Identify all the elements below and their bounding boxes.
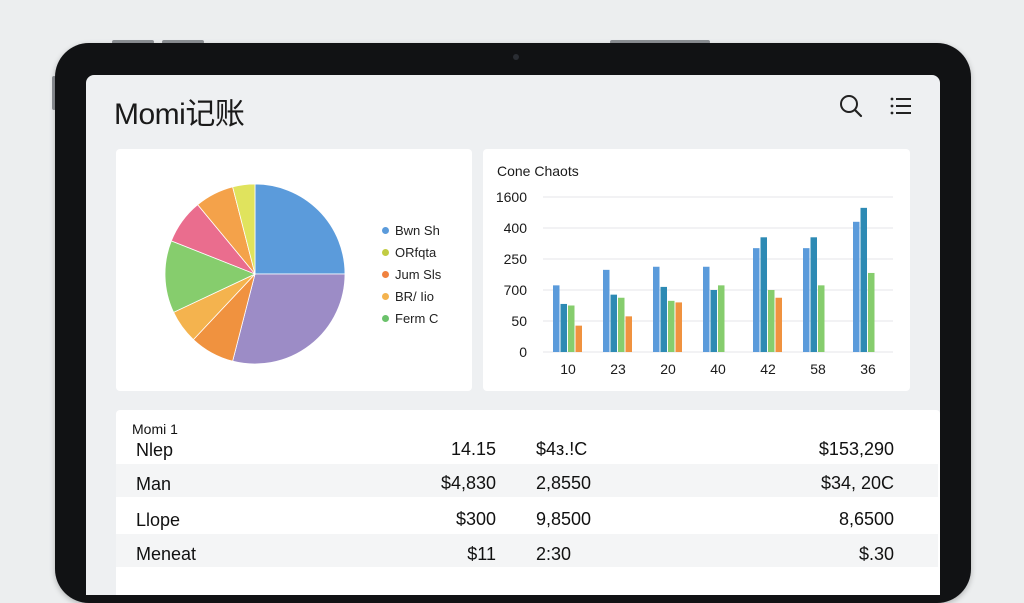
legend-item[interactable]: ORfqta bbox=[382, 245, 436, 260]
row-value-1: $11 bbox=[467, 544, 496, 564]
legend-label: Bwn Sh bbox=[395, 223, 440, 238]
legend-item[interactable]: Jum Sls bbox=[382, 267, 441, 282]
legend-label: BR/ Iio bbox=[395, 289, 435, 304]
legend-item[interactable]: Ferm C bbox=[382, 311, 438, 326]
bar[interactable] bbox=[603, 269, 610, 352]
bar[interactable] bbox=[660, 286, 668, 352]
row-value-2: 2:30 bbox=[536, 544, 572, 564]
bar[interactable] bbox=[560, 303, 568, 352]
bar[interactable] bbox=[703, 266, 710, 352]
legend-dot-icon bbox=[382, 293, 389, 301]
row-label: Llope bbox=[136, 510, 181, 530]
row-value-2: $4з.!C bbox=[536, 439, 588, 459]
y-tick-label: 50 bbox=[511, 313, 527, 329]
row-value-1: $4,830 bbox=[440, 473, 496, 493]
bar[interactable] bbox=[618, 297, 625, 352]
row-label: Man bbox=[136, 474, 172, 494]
bar[interactable] bbox=[753, 248, 760, 352]
camera bbox=[513, 54, 519, 60]
row-value-3: $34, 20C bbox=[820, 473, 894, 493]
bar[interactable] bbox=[653, 266, 660, 352]
row-value-3: 8,6500 bbox=[838, 509, 894, 529]
row-value-2: 9,8500 bbox=[536, 509, 592, 529]
legend-dot-icon bbox=[382, 249, 389, 257]
search-icon[interactable] bbox=[838, 93, 864, 119]
bar[interactable] bbox=[718, 285, 725, 352]
bar[interactable] bbox=[768, 290, 775, 352]
legend-item[interactable]: BR/ Iio bbox=[382, 289, 434, 304]
app-screen: Momi记账 Bwn Sh ORfqta Jum Sls BR/ Iio Ferm C … bbox=[86, 75, 940, 595]
bar[interactable] bbox=[668, 300, 675, 352]
y-tick-label: 0 bbox=[519, 344, 527, 360]
legend-item[interactable]: Bwn Sh bbox=[382, 223, 440, 238]
x-tick-label: 20 bbox=[660, 361, 676, 377]
app-title: Momi记账 bbox=[114, 98, 245, 131]
bar[interactable] bbox=[625, 316, 633, 352]
bar-chart: 0 50 700 250 400 1600 10 23 20 40 42 58 36 bbox=[496, 189, 893, 377]
table-row-stripe bbox=[116, 464, 938, 497]
list-menu-icon[interactable] bbox=[888, 93, 914, 119]
y-tick-label: 1600 bbox=[496, 189, 527, 205]
x-tick-label: 40 bbox=[710, 361, 726, 377]
row-value-3: $.30 bbox=[858, 544, 894, 564]
bar[interactable] bbox=[553, 285, 560, 352]
pie-chart bbox=[164, 183, 346, 365]
summary-table: Momi 1 Nlep 14.15 $4з.!C $153,290 Man $4… bbox=[116, 410, 940, 595]
bar[interactable] bbox=[710, 290, 718, 352]
bar[interactable] bbox=[675, 302, 683, 352]
table-row-stripe bbox=[116, 534, 938, 567]
bar[interactable] bbox=[568, 305, 575, 353]
bar[interactable] bbox=[775, 297, 783, 352]
bar[interactable] bbox=[868, 272, 875, 352]
x-tick-label: 58 bbox=[810, 361, 826, 377]
bar[interactable] bbox=[810, 237, 818, 352]
bar[interactable] bbox=[575, 325, 583, 352]
table-header: Momi 1 bbox=[132, 421, 178, 437]
y-tick-label: 700 bbox=[504, 282, 528, 298]
bar[interactable] bbox=[760, 237, 768, 352]
legend-label: Ferm C bbox=[395, 311, 439, 326]
x-tick-label: 10 bbox=[560, 361, 576, 377]
bar[interactable] bbox=[818, 285, 825, 352]
row-label: Meneat bbox=[136, 544, 197, 564]
x-tick-label: 42 bbox=[760, 361, 776, 377]
bar[interactable] bbox=[860, 207, 868, 352]
bar[interactable] bbox=[853, 221, 860, 352]
bar[interactable] bbox=[803, 248, 810, 352]
pie-chart-card: Bwn Sh ORfqta Jum Sls BR/ Iio Ferm C bbox=[116, 149, 472, 391]
legend-dot-icon bbox=[382, 315, 389, 323]
bar-chart-card: Cone Chaots 0 50 700 250 400 1600 10 23 20 40 42 58… bbox=[483, 149, 910, 391]
y-tick-label: 400 bbox=[504, 220, 528, 236]
row-value-1: $300 bbox=[455, 509, 496, 529]
x-tick-label: 23 bbox=[610, 361, 626, 377]
y-tick-label: 250 bbox=[504, 251, 528, 267]
row-value-2: 2,8550 bbox=[536, 473, 592, 493]
pie-slice-0[interactable] bbox=[254, 183, 346, 275]
row-value-3: $153,290 bbox=[818, 439, 894, 459]
legend-dot-icon bbox=[382, 271, 389, 279]
row-label: Nlep bbox=[136, 440, 174, 460]
legend-label: Jum Sls bbox=[395, 267, 442, 282]
row-value-1: 14.15 bbox=[450, 439, 496, 459]
x-tick-label: 36 bbox=[860, 361, 876, 377]
legend-label: ORfqta bbox=[395, 245, 437, 260]
legend-dot-icon bbox=[382, 227, 389, 235]
bar[interactable] bbox=[610, 294, 618, 352]
